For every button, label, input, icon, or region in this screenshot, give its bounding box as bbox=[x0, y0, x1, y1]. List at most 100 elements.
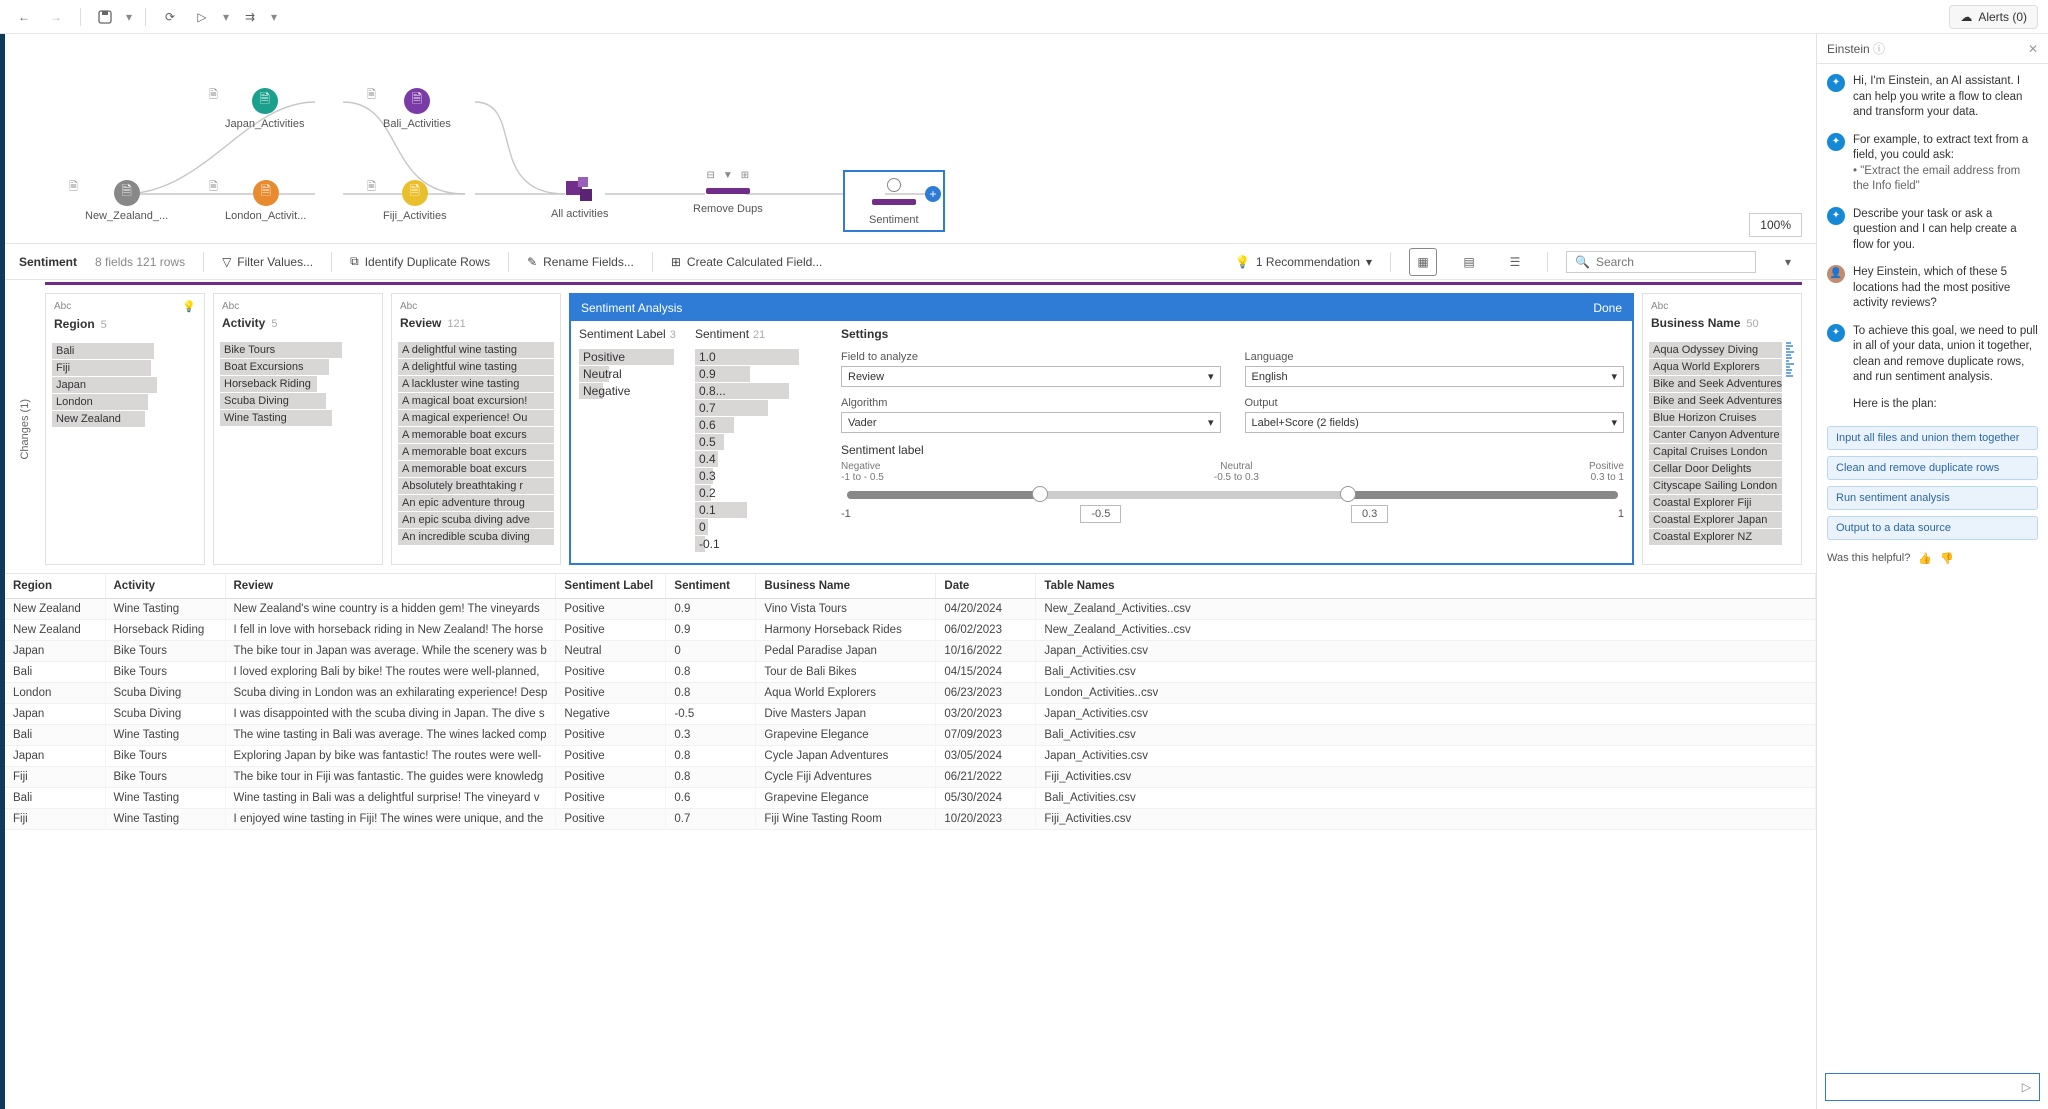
profile-value[interactable]: Bike Tours bbox=[220, 342, 376, 358]
slider-handle-low[interactable] bbox=[1032, 486, 1048, 502]
profile-value[interactable]: Boat Excursions bbox=[220, 359, 376, 375]
save-icon[interactable] bbox=[91, 3, 119, 31]
card-region[interactable]: Abc💡 Region5 BaliFijiJapanLondonNew Zeal… bbox=[45, 293, 205, 565]
profile-value[interactable]: New Zealand bbox=[52, 411, 198, 427]
calc-field-button[interactable]: ⊞Create Calculated Field... bbox=[671, 255, 822, 269]
run-dropdown-icon[interactable]: ▾ bbox=[220, 3, 232, 31]
schedule-dropdown-icon[interactable]: ▾ bbox=[268, 3, 280, 31]
profile-value[interactable]: Fiji bbox=[52, 360, 198, 376]
profile-value[interactable]: Coastal Explorer NZ bbox=[1649, 529, 1782, 545]
profile-value[interactable]: 0.4 bbox=[695, 451, 825, 467]
view-list-icon[interactable]: ☰ bbox=[1501, 248, 1529, 276]
profile-value[interactable]: Positive bbox=[579, 349, 679, 365]
algorithm-select[interactable]: Algorithm Vader▾ bbox=[841, 397, 1221, 433]
thumbs-down-icon[interactable]: 👎 bbox=[1940, 552, 1954, 565]
step-all-activities[interactable]: All activities bbox=[551, 176, 608, 220]
table-row[interactable]: BaliBike ToursI loved exploring Bali by … bbox=[5, 662, 1816, 683]
data-grid[interactable]: RegionActivityReviewSentiment LabelSenti… bbox=[5, 573, 1816, 1109]
profile-value[interactable]: A lackluster wine tasting bbox=[398, 376, 554, 392]
profile-value[interactable]: Cityscape Sailing London bbox=[1649, 478, 1782, 494]
profile-value[interactable]: -0.1 bbox=[695, 536, 825, 552]
plan-step-button[interactable]: Clean and remove duplicate rows bbox=[1827, 456, 2038, 480]
profile-value[interactable]: Blue Horizon Cruises bbox=[1649, 410, 1782, 426]
back-icon[interactable]: ← bbox=[10, 3, 38, 31]
profile-value[interactable]: Bike and Seek Adventures bbox=[1649, 393, 1782, 409]
profile-value[interactable]: 1.0 bbox=[695, 349, 825, 365]
profile-value[interactable]: Neutral bbox=[579, 366, 679, 382]
profile-value[interactable]: London bbox=[52, 394, 198, 410]
language-select[interactable]: Language English▾ bbox=[1245, 351, 1625, 387]
profile-value[interactable]: Capital Cruises London bbox=[1649, 444, 1782, 460]
schedule-icon[interactable]: ⇉ bbox=[236, 3, 264, 31]
low-threshold-input[interactable]: -0.5 bbox=[1080, 505, 1121, 523]
send-icon[interactable]: ▷ bbox=[2022, 1080, 2031, 1094]
filter-values-button[interactable]: ▽Filter Values... bbox=[222, 255, 313, 269]
profile-value[interactable]: An epic scuba diving adve bbox=[398, 512, 554, 528]
forward-icon[interactable]: → bbox=[42, 3, 70, 31]
profile-value[interactable]: Bali bbox=[52, 343, 198, 359]
done-button[interactable]: Done bbox=[1593, 301, 1622, 315]
table-row[interactable]: BaliWine TastingWine tasting in Bali was… bbox=[5, 788, 1816, 809]
card-business-name[interactable]: Abc Business Name50 Aqua Odyssey DivingA… bbox=[1642, 293, 1802, 565]
profile-value[interactable]: Canter Canyon Adventure bbox=[1649, 427, 1782, 443]
table-row[interactable]: FijiBike ToursThe bike tour in Fiji was … bbox=[5, 767, 1816, 788]
save-dropdown-icon[interactable]: ▾ bbox=[123, 3, 135, 31]
profile-value[interactable]: 0.5 bbox=[695, 434, 825, 450]
profile-value[interactable]: 0.3 bbox=[695, 468, 825, 484]
profile-value[interactable]: A memorable boat excurs bbox=[398, 461, 554, 477]
card-review[interactable]: Abc Review121 A delightful wine tastingA… bbox=[391, 293, 561, 565]
column-header[interactable]: Table Names bbox=[1036, 574, 1816, 599]
node-new-zealand[interactable]: 🗎 🗎 New_Zealand_... bbox=[85, 180, 168, 222]
profile-value[interactable]: A delightful wine tasting bbox=[398, 359, 554, 375]
table-row[interactable]: FijiWine TastingI enjoyed wine tasting i… bbox=[5, 809, 1816, 830]
profile-value[interactable]: 0.8... bbox=[695, 383, 825, 399]
profile-value[interactable]: Scuba Diving bbox=[220, 393, 376, 409]
card-activity[interactable]: Abc Activity5 Bike ToursBoat ExcursionsH… bbox=[213, 293, 383, 565]
step-remove-dups[interactable]: ⊟▼⊞ Remove Dups bbox=[693, 170, 763, 215]
node-fiji[interactable]: 🗎 🗎 Fiji_Activities bbox=[383, 180, 447, 222]
profile-value[interactable]: Horseback Riding bbox=[220, 376, 376, 392]
refresh-icon[interactable]: ⟳ bbox=[156, 3, 184, 31]
profile-value[interactable]: A delightful wine tasting bbox=[398, 342, 554, 358]
column-header[interactable]: Review bbox=[225, 574, 556, 599]
profile-value[interactable]: An epic adventure throug bbox=[398, 495, 554, 511]
search-field[interactable] bbox=[1596, 255, 1751, 269]
profile-value[interactable]: Aqua World Explorers bbox=[1649, 359, 1782, 375]
profile-value[interactable]: Japan bbox=[52, 377, 198, 393]
plan-step-button[interactable]: Run sentiment analysis bbox=[1827, 486, 2038, 510]
column-header[interactable]: Activity bbox=[105, 574, 225, 599]
profile-value[interactable]: 0.1 bbox=[695, 502, 825, 518]
recommendation-dropdown[interactable]: 💡1 Recommendation▾ bbox=[1235, 255, 1372, 269]
profile-value[interactable]: Negative bbox=[579, 383, 679, 399]
table-row[interactable]: BaliWine TastingThe wine tasting in Bali… bbox=[5, 725, 1816, 746]
node-japan[interactable]: 🗎 🗎 Japan_Activities bbox=[225, 88, 305, 130]
high-threshold-input[interactable]: 0.3 bbox=[1351, 505, 1388, 523]
table-row[interactable]: New ZealandWine TastingNew Zealand's win… bbox=[5, 599, 1816, 620]
sentiment-slider[interactable] bbox=[847, 491, 1618, 499]
profile-value[interactable]: Coastal Explorer Fiji bbox=[1649, 495, 1782, 511]
plan-step-button[interactable]: Output to a data source bbox=[1827, 516, 2038, 540]
view-card-icon[interactable]: ▦ bbox=[1409, 248, 1437, 276]
view-grid-icon[interactable]: ▤ bbox=[1455, 248, 1483, 276]
add-step-button[interactable]: + bbox=[925, 186, 941, 202]
identify-duplicates-button[interactable]: ⧉Identify Duplicate Rows bbox=[350, 254, 490, 269]
profile-value[interactable]: An incredible scuba diving bbox=[398, 529, 554, 545]
flow-canvas[interactable]: 🗎 🗎 New_Zealand_... 🗎 🗎 Japan_Activities… bbox=[5, 34, 1816, 244]
node-bali[interactable]: 🗎 🗎 Bali_Activities bbox=[383, 88, 451, 130]
thumbs-up-icon[interactable]: 👍 bbox=[1918, 552, 1932, 565]
rename-fields-button[interactable]: ✎Rename Fields... bbox=[527, 255, 634, 269]
profile-value[interactable]: 0.9 bbox=[695, 366, 825, 382]
search-input[interactable]: 🔍 bbox=[1566, 251, 1756, 273]
profile-value[interactable]: Aqua Odyssey Diving bbox=[1649, 342, 1782, 358]
table-row[interactable]: LondonScuba DivingScuba diving in London… bbox=[5, 683, 1816, 704]
info-icon[interactable]: ⓘ bbox=[1873, 42, 1885, 56]
profile-value[interactable]: 0.2 bbox=[695, 485, 825, 501]
column-header[interactable]: Region bbox=[5, 574, 105, 599]
column-header[interactable]: Sentiment Label bbox=[556, 574, 666, 599]
profile-value[interactable]: 0 bbox=[695, 519, 825, 535]
profile-value[interactable]: Coastal Explorer Japan bbox=[1649, 512, 1782, 528]
run-icon[interactable]: ▷ bbox=[188, 3, 216, 31]
profile-value[interactable]: 0.7 bbox=[695, 400, 825, 416]
table-row[interactable]: New ZealandHorseback RidingI fell in lov… bbox=[5, 620, 1816, 641]
profile-value[interactable]: 0.6 bbox=[695, 417, 825, 433]
